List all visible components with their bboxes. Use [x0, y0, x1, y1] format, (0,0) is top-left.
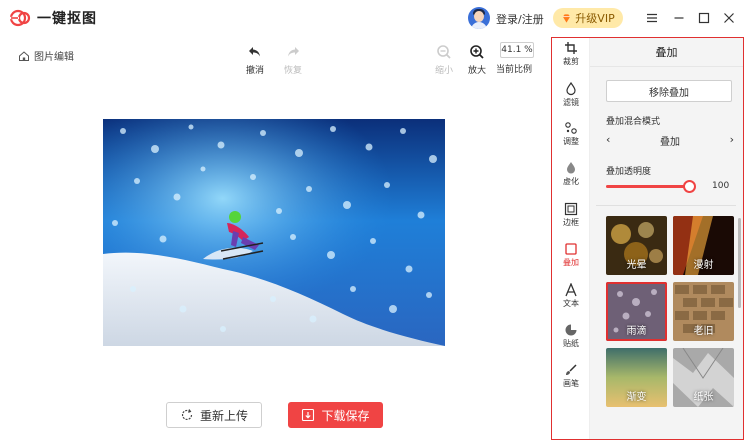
blend-mode-value: 叠加 [660, 137, 680, 148]
app-name: 一键抠图 [37, 11, 97, 27]
breadcrumb[interactable]: 图片编辑 [18, 48, 74, 63]
rail-item-sticker[interactable]: 贴纸 [552, 322, 590, 349]
download-button[interactable]: 下载保存 [288, 402, 383, 428]
rail-label: 画笔 [563, 379, 579, 388]
thumbnail-label: 光晕 [626, 260, 647, 271]
rail-label: 叠加 [563, 258, 579, 267]
blur-icon [567, 162, 575, 174]
thumbnail-label: 老旧 [693, 326, 714, 337]
slider-fill [606, 185, 691, 188]
close-button[interactable] [720, 9, 738, 27]
photo-canvas[interactable] [103, 119, 445, 346]
rail-item-filter[interactable]: 滤镜 [552, 81, 590, 108]
close-icon [724, 13, 734, 23]
edit-panel: 裁剪 滤镜 调整 虚化 边框 叠加 文本 贴纸 画笔 叠加 移除叠加 叠加混合模… [551, 37, 744, 440]
scrollbar[interactable] [738, 218, 741, 308]
zoom-out-icon [437, 45, 451, 59]
remove-overlay-button[interactable]: 移除叠加 [606, 80, 732, 102]
thumbnail-vintage[interactable]: 老旧 [673, 282, 734, 341]
thumbnail-label: 纸张 [693, 392, 714, 403]
frame-icon [564, 202, 578, 216]
app-window: 一键抠图 登录/注册 升级VIP 图片编辑 撤消 恢复 缩小 放大 41.1 %… [0, 0, 750, 444]
thumbnail-label: 渐变 [626, 392, 647, 403]
chevron-right-icon[interactable]: › [730, 133, 734, 146]
upgrade-vip-button[interactable]: 升级VIP [553, 8, 623, 28]
rail-item-adjust[interactable]: 调整 [552, 120, 590, 147]
panel-title: 叠加 [590, 38, 743, 67]
crop-icon [565, 42, 577, 54]
zoom-in-button[interactable]: 放大 [460, 40, 494, 76]
menu-icon [647, 13, 657, 23]
thumbnail-label: 雨滴 [626, 326, 647, 337]
menu-button[interactable] [643, 9, 661, 27]
zoom-out-label: 缩小 [434, 66, 453, 76]
redo-label: 恢复 [283, 66, 302, 76]
rail-label: 虚化 [563, 177, 579, 186]
rail-label: 边框 [563, 218, 579, 227]
chevron-left-icon[interactable]: ‹ [606, 133, 610, 146]
rail-item-overlay[interactable]: 叠加 [552, 241, 590, 268]
avatar[interactable] [468, 7, 490, 29]
zoom-value: 41.1 % [500, 42, 534, 58]
rail-label: 裁剪 [563, 57, 579, 66]
redo-icon [288, 47, 299, 57]
blend-mode-label: 叠加混合模式 [606, 117, 661, 127]
home-icon [19, 50, 29, 61]
rail-label: 文本 [563, 299, 579, 308]
overlay-icon [565, 243, 577, 255]
minimize-button[interactable] [670, 9, 688, 27]
rail-item-blur[interactable]: 虚化 [552, 160, 590, 187]
maximize-icon [698, 12, 710, 24]
rail-item-frame[interactable]: 边框 [552, 201, 590, 228]
app-logo-icon [10, 9, 31, 27]
breadcrumb-label: 图片编辑 [34, 52, 74, 63]
blend-mode-selector: 叠加 ‹ › [606, 133, 734, 149]
title-bar: 一键抠图 登录/注册 升级VIP [0, 0, 750, 36]
undo-label: 撤消 [245, 66, 264, 76]
rail-item-brush[interactable]: 画笔 [552, 362, 590, 389]
zoom-ratio-label: 当前比例 [496, 65, 533, 75]
opacity-value: 100 [712, 181, 730, 191]
brush-icon [566, 364, 577, 375]
zoom-in-icon [470, 45, 484, 59]
thumbnail-label: 漫射 [693, 260, 714, 271]
download-label: 下载保存 [321, 408, 370, 423]
refresh-icon [181, 409, 193, 421]
minimize-icon [674, 17, 684, 19]
thumbnail-paper[interactable]: 纸张 [673, 348, 734, 407]
sticker-icon [565, 324, 577, 336]
adjust-icon [565, 122, 577, 134]
thumbnail-raindrop[interactable]: 雨滴 [606, 282, 667, 341]
login-link[interactable]: 登录/注册 [496, 11, 544, 27]
rail-label: 滤镜 [563, 98, 579, 107]
slider-knob[interactable] [683, 180, 696, 193]
thumbnail-halo[interactable]: 光晕 [606, 216, 667, 275]
rail-label: 调整 [563, 137, 579, 146]
opacity-slider[interactable] [606, 179, 696, 193]
opacity-label: 叠加透明度 [606, 167, 652, 177]
photo-image [103, 119, 445, 346]
rail-item-crop[interactable]: 裁剪 [552, 40, 590, 67]
reupload-label: 重新上传 [199, 408, 248, 423]
thumbnail-gradient[interactable]: 渐变 [606, 348, 667, 407]
rail-item-text[interactable]: 文本 [552, 282, 590, 309]
zoom-out-button[interactable]: 缩小 [427, 40, 461, 76]
tool-rail: 裁剪 滤镜 调整 虚化 边框 叠加 文本 贴纸 画笔 [552, 38, 590, 439]
redo-button[interactable]: 恢复 [276, 40, 310, 76]
filter-icon [566, 82, 576, 96]
undo-icon [249, 47, 260, 57]
thumbnail-diffuse[interactable]: 漫射 [673, 216, 734, 275]
maximize-button[interactable] [695, 9, 713, 27]
undo-button[interactable]: 撤消 [238, 40, 272, 76]
reupload-button[interactable]: 重新上传 [166, 402, 262, 428]
vip-label: 升级VIP [575, 12, 615, 25]
rail-label: 贴纸 [563, 339, 579, 348]
text-icon [565, 283, 577, 297]
download-icon [302, 408, 315, 422]
zoom-in-label: 放大 [467, 66, 486, 76]
diamond-icon [563, 13, 571, 23]
overlay-settings: 叠加 移除叠加 叠加混合模式 叠加 ‹ › 叠加透明度 100 光晕 漫射 雨滴… [590, 38, 743, 439]
divider [596, 205, 736, 206]
